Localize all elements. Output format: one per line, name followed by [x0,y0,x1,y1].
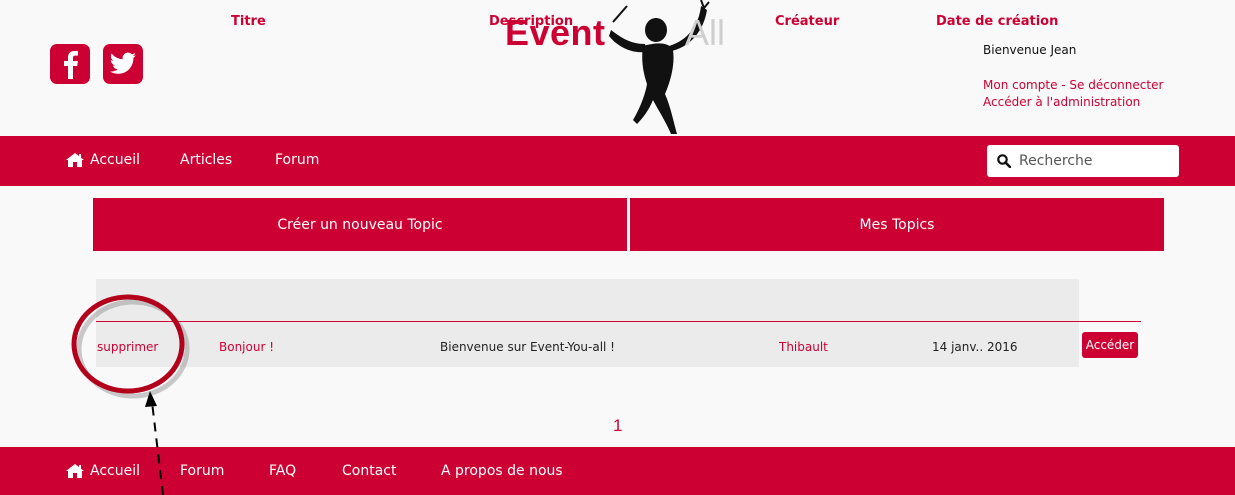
admin-link[interactable]: Accéder à l'administration [983,95,1140,109]
nav-item-label: Accueil [90,152,140,168]
topic-date: 14 janv.. 2016 [932,340,1018,354]
main-nav: Accueil Articles Forum [0,136,1235,186]
topic-description: Bienvenue sur Event-You-all ! [440,340,615,354]
home-icon [66,153,84,167]
welcome-text: Bienvenue Jean [983,43,1077,57]
topic-title-link[interactable]: Bonjour ! [219,340,274,354]
annotation-arrowhead [145,391,157,407]
nav-item-articles[interactable]: Articles [180,152,232,168]
search-box [987,145,1179,177]
user-panel: Bienvenue Jean Mon compte - Se déconnect… [983,43,1163,111]
column-header-date: Date de création [936,14,1059,29]
my-topics-button[interactable]: Mes Topics [630,198,1164,251]
footer-item-label: A propos de nous [441,463,563,479]
footer-item-label: Accueil [90,463,140,479]
my-account-link[interactable]: Mon compte [983,78,1057,92]
create-topic-button[interactable]: Créer un nouveau Topic [93,198,627,251]
search-input[interactable] [1019,153,1169,169]
footer-item-accueil[interactable]: Accueil [66,463,140,479]
logout-link[interactable]: Se déconnecter [1069,78,1163,92]
column-header-description: Description [489,14,574,29]
column-header-createur: Créateur [775,14,840,29]
footer-item-about[interactable]: A propos de nous [441,463,563,479]
site-footer: Accueil Forum FAQ Contact A propos de no… [0,447,1235,495]
table-header-divider [96,321,1141,322]
social-links [50,44,143,84]
logo-all-text: All [685,12,726,53]
footer-item-forum[interactable]: Forum [180,463,224,479]
column-header-titre: Titre [231,14,266,29]
footer-item-faq[interactable]: FAQ [269,463,296,479]
link-separator: - [1057,78,1070,92]
topic-creator: Thibault [779,340,828,354]
footer-item-contact[interactable]: Contact [342,463,396,479]
footer-item-label: FAQ [269,463,297,479]
twitter-icon[interactable] [103,44,143,84]
account-links: Mon compte - Se déconnecter Accéder à l'… [983,77,1163,111]
nav-item-forum[interactable]: Forum [275,152,319,168]
pagination-page-1[interactable]: 1 [613,416,622,436]
nav-item-label: Forum [275,152,320,168]
nav-item-accueil[interactable]: Accueil [66,152,140,168]
access-topic-button[interactable]: Accéder [1082,332,1138,358]
footer-item-label: Forum [180,463,225,479]
home-icon [66,464,84,478]
footer-item-label: Contact [342,463,397,479]
delete-topic-link[interactable]: supprimer [97,340,158,354]
search-icon[interactable] [997,154,1011,168]
nav-item-label: Articles [180,152,233,168]
facebook-icon[interactable] [50,44,90,84]
